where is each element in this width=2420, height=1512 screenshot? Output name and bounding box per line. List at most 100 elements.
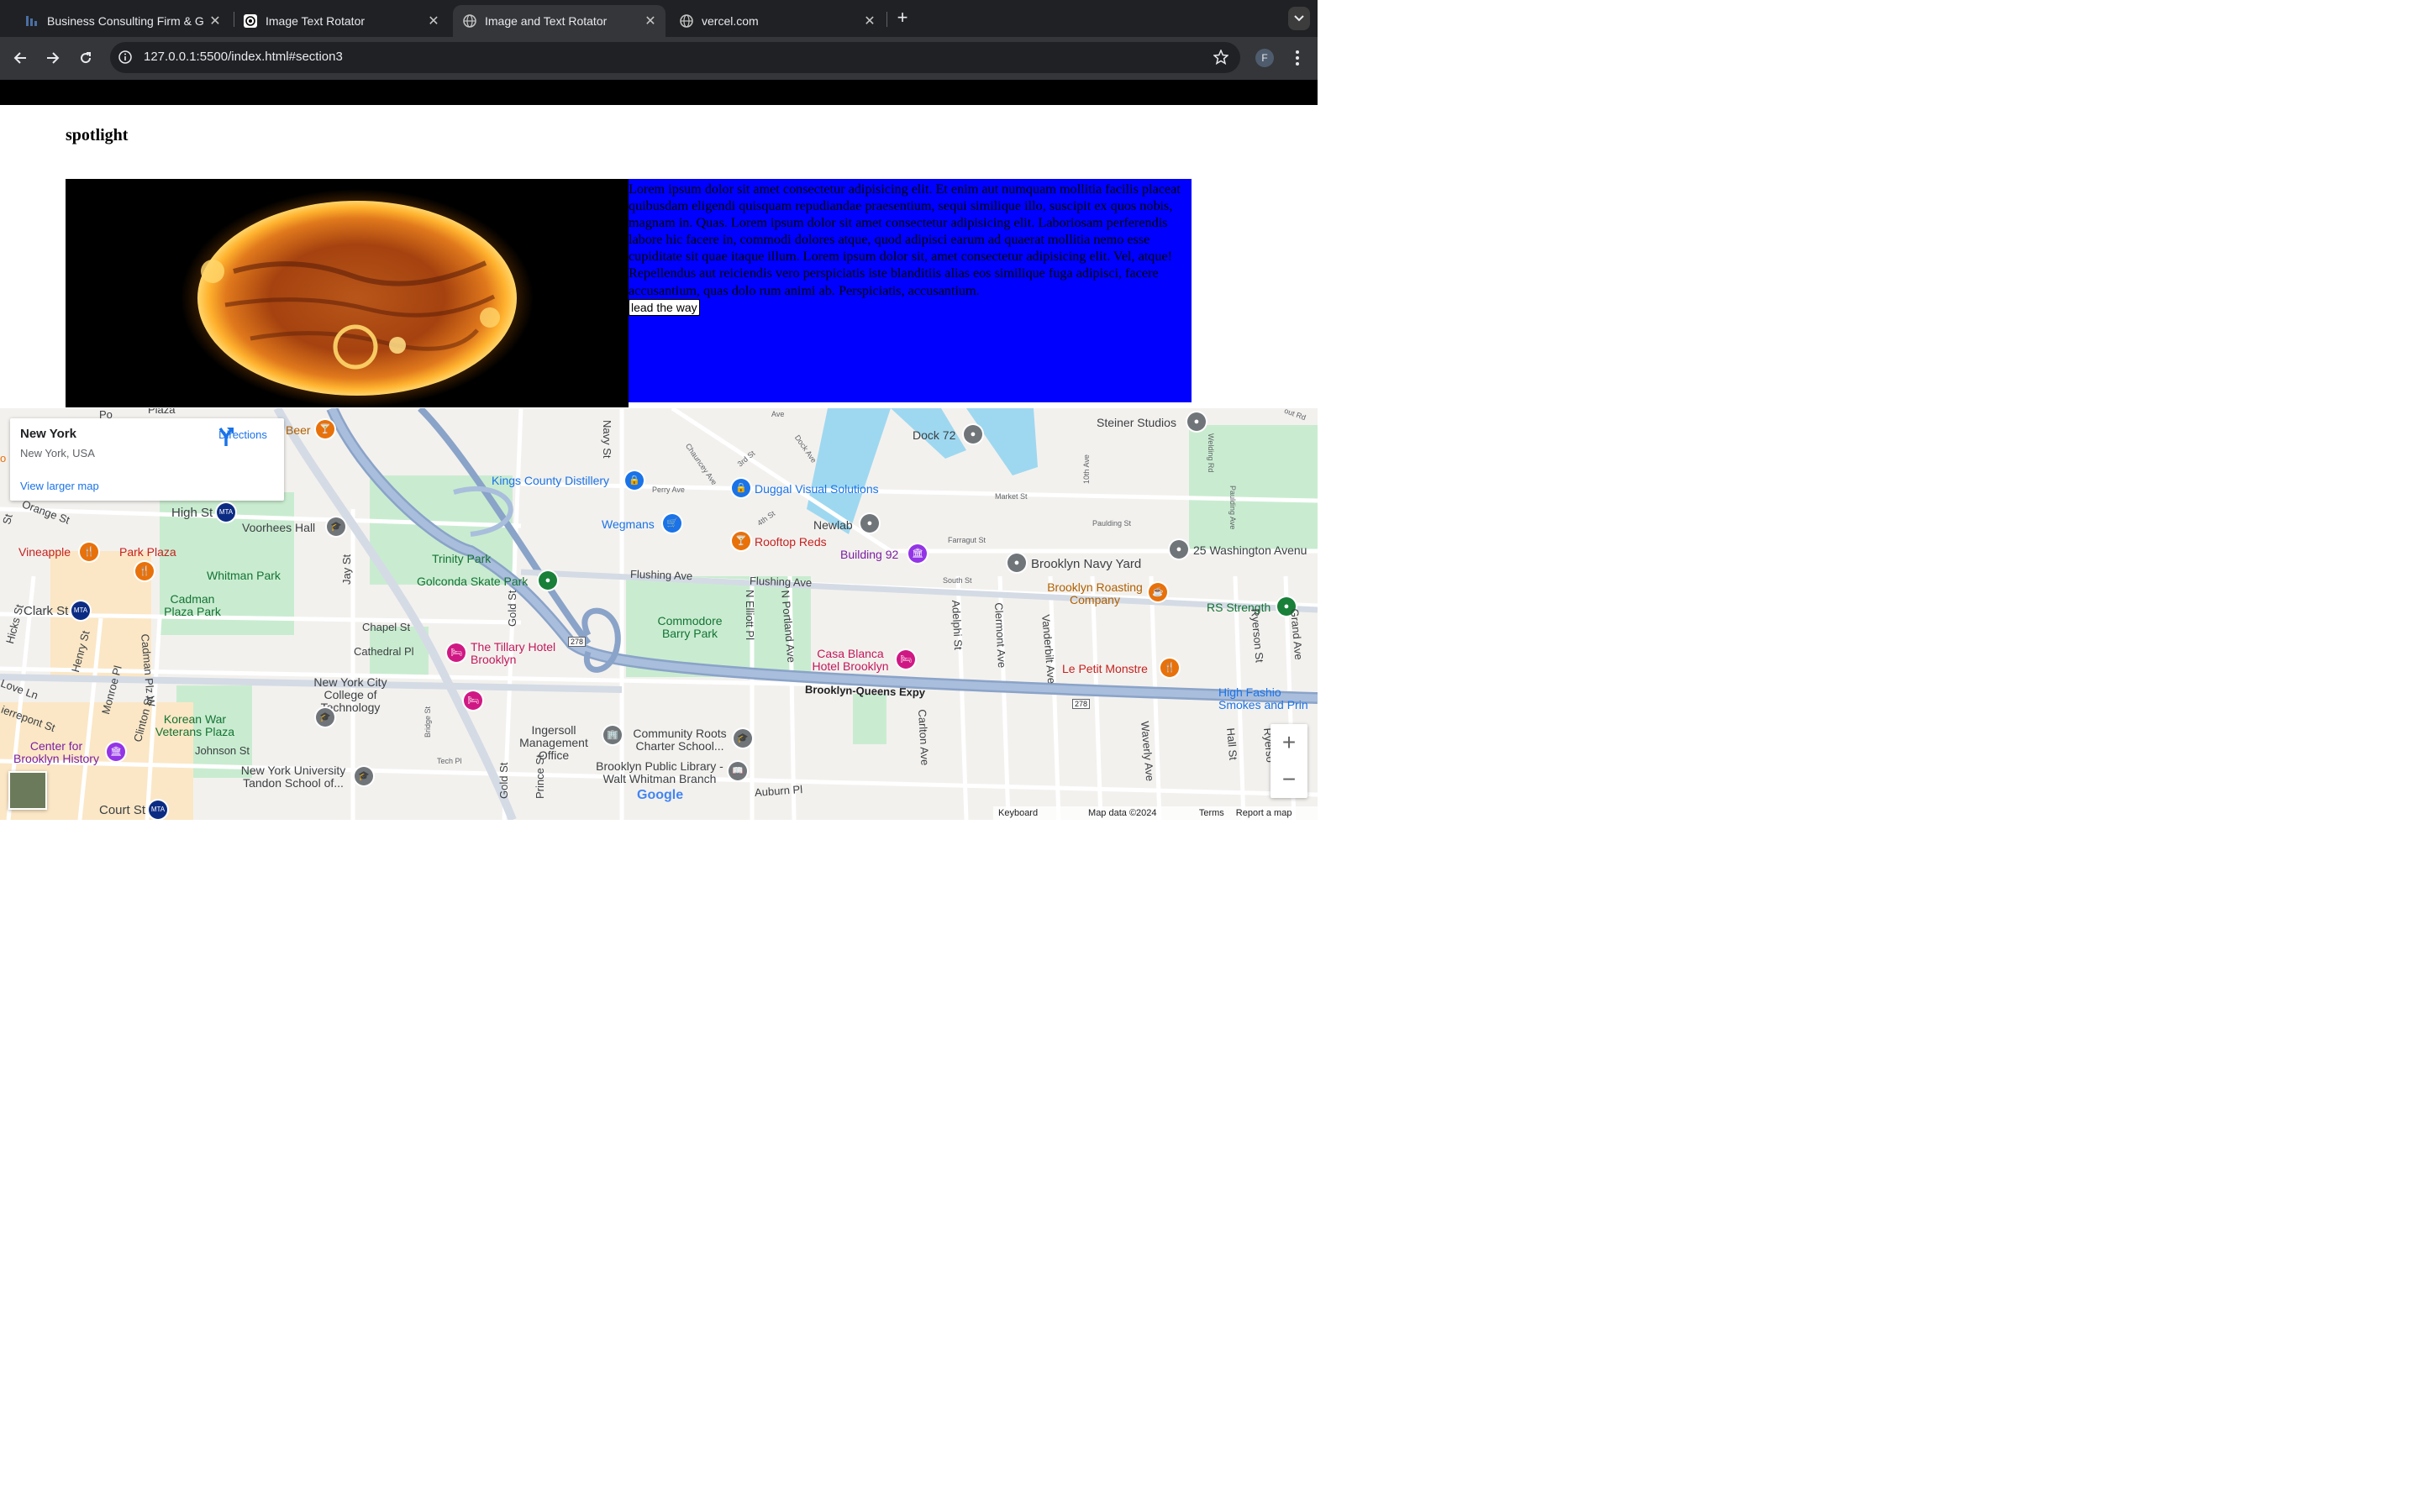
bookmark-star-icon[interactable] [1213, 50, 1228, 65]
location-pin-icon[interactable]: ● [964, 425, 982, 444]
poi-label[interactable]: Brooklyn Navy Yard [1031, 557, 1141, 571]
satellite-layer-toggle[interactable] [8, 771, 47, 810]
poi-label[interactable]: Brooklyn Public Library - Walt Whitman B… [590, 760, 729, 785]
poi-label[interactable]: Commodore Barry Park [651, 615, 729, 640]
location-pin-icon[interactable]: ● [1007, 554, 1026, 572]
poi-label[interactable]: Voorhees Hall [242, 521, 315, 534]
street-label: Perry Ave [652, 486, 685, 494]
transit-label[interactable]: Court St [99, 803, 145, 817]
poi-label[interactable]: Building 92 [840, 548, 898, 561]
new-tab-button[interactable]: + [893, 7, 912, 30]
poi-label[interactable]: Community Roots Charter School... [625, 727, 734, 753]
poi-label[interactable]: High Fashio Smokes and Prin [1218, 686, 1318, 711]
poi-label[interactable]: 25 Washington Avenu [1193, 543, 1307, 557]
close-tab-icon[interactable]: ✕ [640, 13, 660, 29]
poi-label[interactable]: The Tillary Hotel Brooklyn [471, 641, 563, 666]
profile-avatar[interactable]: F [1255, 49, 1274, 67]
poi-label[interactable]: Vineapple [18, 545, 71, 559]
more-menu-icon[interactable] [1290, 49, 1305, 67]
poi-label[interactable]: Dock 72 [913, 428, 955, 442]
tab-strip: Business Consulting Firm & G ✕ Image Tex… [0, 0, 1318, 37]
subway-icon[interactable]: MTA [149, 801, 167, 819]
transit-label[interactable]: High St [171, 506, 213, 520]
restaurant-icon[interactable]: 🍴 [135, 562, 154, 580]
street-label: Chapel St [362, 621, 411, 633]
street-label: Ave [771, 410, 785, 418]
poi-label[interactable]: Duggal Visual Solutions [755, 482, 879, 496]
arrow-right-icon [47, 52, 60, 64]
hotel-icon[interactable]: 🛏 [897, 650, 915, 669]
poi-label[interactable]: Wegmans [602, 517, 655, 531]
map-attribution: Keyboard shortcuts Map data ©2024 Google… [993, 806, 1318, 820]
tab-image-and-text-rotator[interactable]: Image and Text Rotator ✕ [453, 5, 666, 37]
poi-label[interactable]: Ingersoll Management Office [508, 724, 600, 762]
cart-icon[interactable]: 🛒 [663, 514, 681, 533]
museum-icon[interactable]: 🏛 [107, 743, 125, 761]
poi-label[interactable]: Cadman Plaza Park [160, 593, 225, 618]
poi-label[interactable]: New York City College of Technology [296, 676, 405, 714]
school-icon[interactable]: 🎓 [316, 708, 334, 727]
back-button[interactable] [9, 47, 31, 69]
report-map-error-link[interactable]: Report a map error [1236, 806, 1313, 820]
google-map[interactable]: New York New York, USA View larger map D… [0, 408, 1318, 820]
close-tab-icon[interactable]: ✕ [860, 13, 880, 29]
poi-label[interactable]: Whitman Park [207, 569, 281, 582]
poi-label[interactable]: Brooklyn Roasting Company [1040, 581, 1150, 606]
poi-label[interactable]: Rooftop Reds [755, 535, 827, 549]
reload-button[interactable] [75, 47, 97, 69]
tab-search-button[interactable] [1288, 7, 1310, 30]
hotel-icon[interactable]: 🛏 [464, 691, 482, 710]
school-icon[interactable]: 🎓 [734, 729, 752, 748]
poi-label[interactable]: Center for Brooklyn History [7, 740, 106, 765]
building-icon[interactable]: 🏢 [603, 726, 622, 744]
bar-icon[interactable]: 🍸 [316, 420, 334, 438]
place-name: New York [20, 427, 76, 441]
subway-icon[interactable]: MTA [71, 601, 90, 620]
coffee-icon[interactable]: ☕ [1149, 583, 1167, 601]
address-bar[interactable]: 127.0.0.1:5500/index.html#section3 [110, 42, 1240, 73]
zoom-in-button[interactable]: + [1270, 724, 1307, 761]
poi-label[interactable]: Trinity Park [432, 552, 491, 565]
poi-label[interactable]: New York University Tandon School of... [232, 764, 355, 790]
tab-business-consulting[interactable]: Business Consulting Firm & G ✕ [15, 5, 230, 37]
poi-label[interactable]: Casa Blanca Hotel Brooklyn [808, 648, 892, 673]
bag-icon[interactable]: 🔒 [732, 479, 750, 497]
map-data-text: Map data ©2024 Google [1088, 808, 1157, 818]
forward-button[interactable] [42, 47, 64, 69]
park-icon[interactable]: ● [539, 571, 557, 590]
location-pin-icon[interactable]: ● [1170, 540, 1188, 559]
school-icon[interactable]: 🎓 [327, 517, 345, 536]
poi-label[interactable]: Beer [286, 423, 311, 437]
library-icon[interactable]: 📖 [729, 762, 747, 780]
poi-label[interactable]: Golconda Skate Park [417, 575, 528, 588]
directions-button[interactable]: Directions [217, 427, 269, 446]
poi-label[interactable]: Newlab [813, 518, 853, 532]
restaurant-icon[interactable]: 🍴 [1160, 659, 1179, 677]
lead-the-way-button[interactable]: lead the way [629, 298, 700, 316]
tab-vercel[interactable]: vercel.com ✕ [670, 5, 885, 37]
bar-icon[interactable]: 🍸 [732, 532, 750, 550]
location-pin-icon[interactable]: ● [860, 514, 879, 533]
url-text[interactable]: 127.0.0.1:5500/index.html#section3 [144, 50, 343, 64]
school-icon[interactable]: 🎓 [355, 767, 373, 785]
site-info-icon[interactable] [118, 50, 132, 64]
tab-image-text-rotator[interactable]: Image Text Rotator ✕ [234, 5, 449, 37]
close-tab-icon[interactable]: ✕ [424, 13, 444, 29]
poi-label[interactable]: Korean War Veterans Plaza [155, 713, 235, 738]
location-pin-icon[interactable]: ● [1187, 412, 1206, 431]
terms-link[interactable]: Terms [1199, 806, 1224, 820]
keyboard-shortcuts-link[interactable]: Keyboard shortcuts [998, 806, 1076, 820]
poi-label[interactable]: Le Petit Monstre [1062, 662, 1148, 675]
poi-label[interactable]: Kings County Distillery [492, 474, 609, 487]
museum-icon[interactable]: 🏛 [908, 544, 927, 563]
hotel-icon[interactable]: 🛏 [447, 643, 466, 662]
close-tab-icon[interactable]: ✕ [205, 13, 225, 29]
transit-label[interactable]: Clark St [24, 604, 68, 618]
poi-label[interactable]: Park Plaza [119, 545, 176, 559]
view-larger-map-link[interactable]: View larger map [20, 480, 99, 492]
bag-icon[interactable]: 🔒 [625, 471, 644, 490]
zoom-out-button[interactable]: − [1270, 761, 1307, 798]
restaurant-icon[interactable]: 🍴 [80, 543, 98, 561]
subway-icon[interactable]: MTA [217, 503, 235, 522]
poi-label[interactable]: Steiner Studios [1097, 416, 1176, 429]
